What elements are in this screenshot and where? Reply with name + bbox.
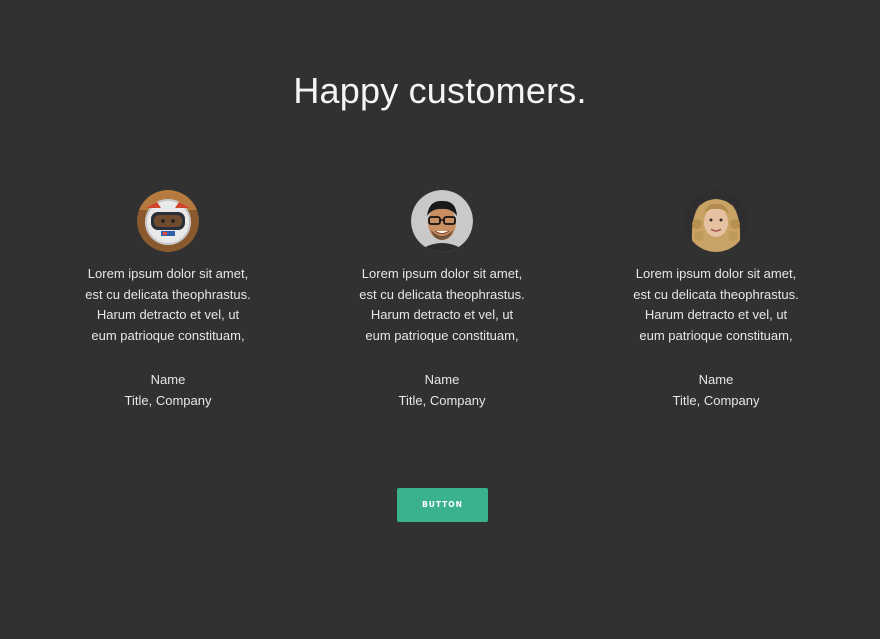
testimonial-author: Name Title, Company xyxy=(596,370,836,411)
quote-line: est cu delicata theophrastus. xyxy=(633,286,799,302)
cta-button[interactable]: BUTTON xyxy=(397,488,488,522)
quote-line: Lorem ipsum dolor sit amet, xyxy=(361,266,523,281)
section-heading: Happy customers. xyxy=(293,70,587,111)
testimonial-card: Lorem ipsum dolor sit amet, est cu delic… xyxy=(48,190,288,411)
quote-line: eum patrioque constituam, xyxy=(365,327,519,343)
testimonial-card: Lorem ipsum dolor sit amet, est cu delic… xyxy=(322,190,562,411)
man-with-glasses-avatar xyxy=(411,190,473,252)
quote-line: Lorem ipsum dolor sit amet, xyxy=(635,266,797,281)
author-title: Title, Company xyxy=(398,392,486,408)
author-name: Name xyxy=(150,372,186,387)
testimonial-quote: Lorem ipsum dolor sit amet, est cu delic… xyxy=(596,264,836,346)
author-title: Title, Company xyxy=(672,392,760,408)
testimonial-card: Lorem ipsum dolor sit amet, est cu delic… xyxy=(596,190,836,411)
curly-hair-woman-avatar xyxy=(685,190,747,252)
testimonial-author: Name Title, Company xyxy=(48,370,288,411)
quote-line: Harum detracto et vel, ut xyxy=(370,307,514,322)
quote-line: Harum detracto et vel, ut xyxy=(644,307,788,322)
testimonial-quote: Lorem ipsum dolor sit amet, est cu delic… xyxy=(322,264,562,346)
quote-line: Lorem ipsum dolor sit amet, xyxy=(87,266,249,281)
quote-line: eum patrioque constituam, xyxy=(91,327,245,343)
testimonial-quote: Lorem ipsum dolor sit amet, est cu delic… xyxy=(48,264,288,346)
author-name: Name xyxy=(424,372,460,387)
quote-line: eum patrioque constituam, xyxy=(639,327,793,343)
quote-line: est cu delicata theophrastus. xyxy=(85,286,251,302)
quote-line: Harum detracto et vel, ut xyxy=(96,307,240,322)
astronaut-helmet-avatar xyxy=(137,190,199,252)
author-name: Name xyxy=(698,372,734,387)
testimonial-author: Name Title, Company xyxy=(322,370,562,411)
testimonials-section: Happy customers. Lorem ipsum dolor sit a… xyxy=(0,0,880,639)
quote-line: est cu delicata theophrastus. xyxy=(359,286,525,302)
author-title: Title, Company xyxy=(124,392,212,408)
